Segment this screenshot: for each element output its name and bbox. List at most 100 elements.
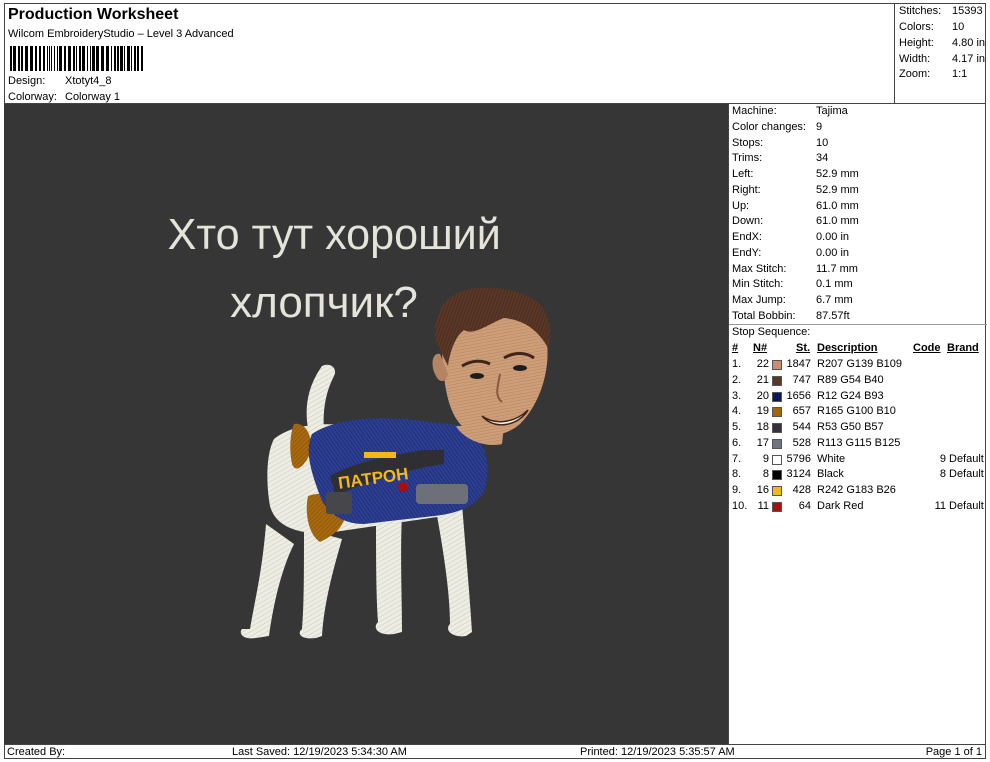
needle-number: 20 xyxy=(756,389,769,402)
colors-value: 10 xyxy=(952,21,965,33)
colorway-row: Colorway: Colorway 1 xyxy=(8,91,120,103)
page-number: Page 1 of 1 xyxy=(925,746,982,758)
barcode-bar xyxy=(64,46,66,71)
zoom-label: Zoom: xyxy=(899,68,931,80)
barcode-bar xyxy=(127,46,130,71)
machine-info-value: Tajima xyxy=(816,105,848,117)
thread-description: R12 G24 B93 xyxy=(817,389,884,402)
row-index: 5. xyxy=(732,421,742,433)
barcode-bar xyxy=(35,46,37,71)
height-label: Height: xyxy=(899,37,934,49)
stop-sequence-row: 6. 17 528 R113 G115 B125 xyxy=(729,437,987,452)
machine-info-label: Down: xyxy=(732,215,764,228)
machine-info-label: Max Jump: xyxy=(732,294,786,306)
barcode-bar xyxy=(106,46,109,71)
machine-info-value: 61.0 mm xyxy=(816,199,859,212)
barcode-bar xyxy=(21,46,23,71)
needle-number: 11 xyxy=(757,499,769,512)
needle-number: 17 xyxy=(756,436,769,449)
stitch-count: 3124 xyxy=(786,468,811,481)
barcode-bar xyxy=(82,46,85,71)
face-eye-left xyxy=(470,373,484,379)
colors-label: Colors: xyxy=(899,21,934,33)
stop-sequence-row: 4. 19 657 R165 G100 B10 xyxy=(729,405,987,420)
vest-red-emblem xyxy=(398,482,408,492)
footer: Created By: Last Saved: 12/19/2023 5:34:… xyxy=(4,744,986,759)
barcode-bar xyxy=(114,46,116,71)
row-index: 6. xyxy=(732,436,742,449)
barcode-bar xyxy=(90,46,91,71)
barcode-bar xyxy=(111,46,112,71)
machine-info-value: 11.7 mm xyxy=(816,262,858,275)
vest-patch-bar xyxy=(364,452,396,458)
embroidery-artwork: Хто тут хороший хлопчик? ПАТРОН xyxy=(168,211,550,639)
thread-code: 8 xyxy=(939,468,946,481)
stop-sequence-row: 3. 20 1656 R12 G24 B93 xyxy=(729,390,987,405)
stop-sequence-row: 5. 18 544 R53 G50 B57 xyxy=(729,421,987,436)
barcode-bar xyxy=(57,46,58,71)
machine-info-value: 87.57ft xyxy=(816,309,850,322)
row-index: 3. xyxy=(732,389,742,402)
thread-brand: Default xyxy=(949,499,984,512)
machine-info-value: 6.7 mm xyxy=(816,294,853,306)
barcode-bar xyxy=(68,46,71,71)
machine-info-label: Up: xyxy=(732,199,750,212)
needle-number: 8 xyxy=(762,468,769,481)
stop-sequence-row: 8. 8 3124 Black 8 Default xyxy=(729,468,987,483)
col-header-st: St. xyxy=(796,342,811,354)
row-index: 1. xyxy=(732,358,742,370)
colorway-value: Colorway 1 xyxy=(65,91,121,103)
dog-front-leg-right xyxy=(436,504,472,637)
barcode-bar xyxy=(79,46,81,71)
machine-info-value: 52.9 mm xyxy=(816,168,859,180)
stitch-count: 657 xyxy=(792,405,811,418)
barcode-bar xyxy=(59,46,62,71)
barcode-bar xyxy=(141,46,143,71)
colorway-label: Colorway: xyxy=(8,91,57,103)
machine-info-value: 61.0 mm xyxy=(816,215,859,228)
page-title: Production Worksheet xyxy=(8,6,179,23)
machine-info-value: 10 xyxy=(816,136,829,149)
stitch-count: 1847 xyxy=(786,358,811,370)
thread-description: R207 G139 B109 xyxy=(817,358,903,370)
printed-date: Printed: 12/19/2023 5:35:57 AM xyxy=(580,746,735,758)
thread-code: 11 xyxy=(934,499,946,512)
barcode-image xyxy=(10,46,143,71)
machine-info-value: 52.9 mm xyxy=(816,183,859,196)
stitch-count: 528 xyxy=(792,436,811,449)
barcode-bar xyxy=(120,46,123,71)
zoom-value: 1:1 xyxy=(952,68,968,80)
needle-number: 16 xyxy=(756,484,769,496)
design-label: Design: xyxy=(8,75,46,87)
stop-sequence-label: Stop Sequence: xyxy=(732,326,811,338)
thread-description: White xyxy=(817,452,846,465)
row-index: 10. xyxy=(732,499,748,512)
barcode-bar xyxy=(13,46,16,71)
needle-number: 9 xyxy=(762,452,769,465)
machine-info-label: Left: xyxy=(732,168,754,180)
row-index: 4. xyxy=(732,405,742,418)
machine-info-label: Machine: xyxy=(732,105,777,117)
width-value: 4.17 in xyxy=(952,53,986,65)
width-label: Width: xyxy=(899,53,931,65)
software-subtitle: Wilcom EmbroideryStudio – Level 3 Advanc… xyxy=(8,28,234,40)
thread-description: R89 G54 B40 xyxy=(817,373,884,386)
thread-description: R113 G115 B125 xyxy=(817,436,901,449)
thread-code: 9 xyxy=(939,452,946,465)
created-by: Created By: xyxy=(7,746,66,758)
machine-info-label: Trims: xyxy=(732,152,763,165)
row-index: 7. xyxy=(732,452,742,465)
stop-sequence-row: 2. 21 747 R89 G54 B40 xyxy=(729,374,987,389)
design-preview: Хто тут хороший хлопчик? ПАТРОН xyxy=(4,104,728,744)
col-header-description: Description xyxy=(817,342,878,354)
thread-brand: Default xyxy=(949,452,984,465)
barcode-bar xyxy=(101,46,104,71)
barcode-bar xyxy=(96,46,99,71)
barcode-bar xyxy=(47,46,48,71)
barcode-bar xyxy=(87,46,88,71)
summary-panel: Stitches: 15393 Colors: 10 Height: 4.80 in … xyxy=(894,3,986,104)
stitches-value: 15393 xyxy=(952,5,983,17)
stop-sequence-row: 10. 11 64 Dark Red 11 Default xyxy=(729,500,987,515)
thread-description: R53 G50 B57 xyxy=(817,421,884,433)
height-value: 4.80 in xyxy=(952,37,986,49)
